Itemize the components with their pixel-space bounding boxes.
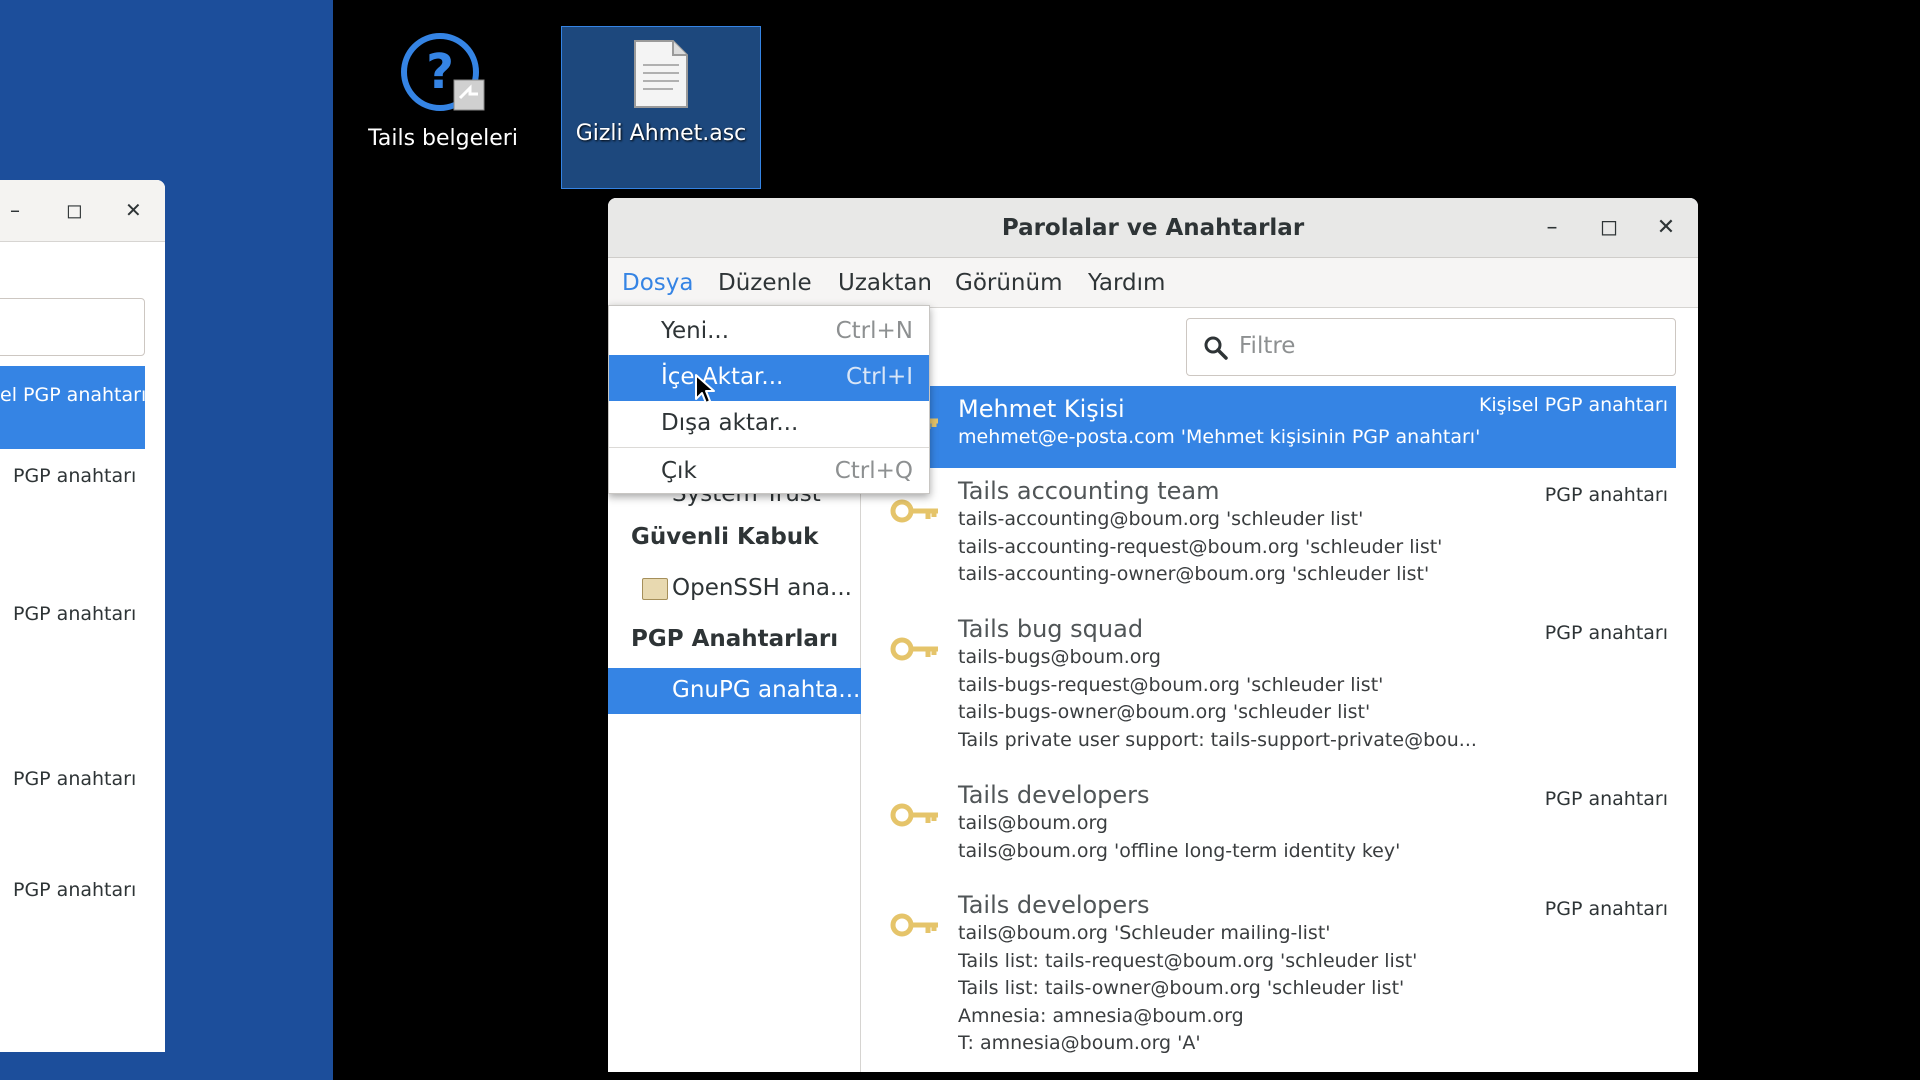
key-icon: [890, 499, 938, 523]
menu-item-import[interactable]: İçe Aktar... Ctrl+I: [609, 355, 929, 401]
key-type: PGP anahtarı: [1544, 622, 1668, 644]
key-uid: tails@boum.org 'offline long-term identi…: [958, 839, 1401, 862]
key-uid: Tails private user support: tails-suppor…: [958, 728, 1477, 751]
key-uid: tails-bugs@boum.org: [958, 646, 1161, 668]
desktop-icon-asc-file[interactable]: Gizli Ahmet.asc: [561, 26, 761, 189]
background-window[interactable]: – ◻ ✕ el PGP anahtarı PGP anahtarı PGP a…: [0, 180, 165, 1052]
help-icon: ?: [401, 33, 485, 111]
key-row[interactable]: Mehmet Kişisi mehmet@e-posta.com 'Mehmet…: [882, 386, 1676, 468]
key-row[interactable]: Tails bug squad tails-bugs@boum.org tail…: [882, 614, 1676, 772]
menu-yardim[interactable]: Yardım: [1088, 258, 1165, 308]
key-uid: tails@boum.org 'Schleuder mailing-list': [958, 922, 1331, 944]
maximize-icon[interactable]: ◻: [66, 198, 83, 222]
sidebar-item-openssh[interactable]: OpenSSH ana...: [608, 566, 861, 612]
key-uid: tails-accounting@boum.org 'schleuder lis…: [958, 508, 1364, 530]
key-row[interactable]: Tails developers tails@boum.org 'Schleud…: [882, 890, 1676, 1070]
key-type: PGP anahtarı: [1544, 484, 1668, 506]
menu-duzenle[interactable]: Düzenle: [718, 258, 812, 308]
sidebar-item-label: GnuPG anahta...: [672, 677, 861, 703]
key-type: PGP anahtarı: [1544, 788, 1668, 810]
key-uid: Amnesia: amnesia@boum.org: [958, 1004, 1244, 1027]
background-row-type[interactable]: PGP anahtarı: [13, 879, 136, 901]
menubar: Dosya Düzenle Uzaktan Görünüm Yardım: [608, 258, 1698, 308]
key-type: Kişisel PGP anahtarı: [1478, 394, 1668, 416]
key-row[interactable]: Tails accounting team tails-accounting@b…: [882, 476, 1676, 606]
file-menu-dropdown: Yeni... Ctrl+N İçe Aktar... Ctrl+I Dışa …: [608, 305, 930, 494]
menu-item-new[interactable]: Yeni... Ctrl+N: [609, 309, 929, 355]
menu-item-shortcut: Ctrl+Q: [834, 458, 913, 484]
key-uid: tails-bugs-owner@boum.org 'schleuder lis…: [958, 701, 1371, 723]
menu-dosya[interactable]: Dosya: [622, 258, 694, 308]
window-titlebar[interactable]: Parolalar ve Anahtarlar – ◻ ✕: [608, 198, 1698, 258]
key-icon: [890, 803, 938, 827]
document-icon: [634, 40, 688, 108]
key-uid: tails-accounting-request@boum.org 'schle…: [958, 535, 1443, 558]
menu-uzaktan[interactable]: Uzaktan: [838, 258, 932, 308]
search-icon: [1204, 336, 1228, 360]
key-uid: tails-accounting-owner@boum.org 'schleud…: [958, 563, 1430, 585]
key-uid: Tails list: tails-request@boum.org 'schl…: [958, 949, 1418, 972]
sidebar-section-ssh: Güvenli Kabuk: [631, 524, 819, 550]
menu-item-label: Çık: [661, 458, 697, 484]
mouse-cursor-icon: [695, 374, 715, 404]
minimize-icon[interactable]: –: [10, 198, 20, 222]
background-search-input[interactable]: [0, 298, 145, 356]
menu-item-label: İçe Aktar...: [661, 364, 784, 390]
desktop-icon-label: Gizli Ahmet.asc: [575, 121, 747, 146]
filter-input[interactable]: Filtre: [1186, 318, 1676, 376]
window-title: Parolalar ve Anahtarlar: [1001, 215, 1305, 241]
background-row-type: el PGP anahtarı: [0, 384, 147, 406]
background-row-type[interactable]: PGP anahtarı: [13, 465, 136, 487]
maximize-icon[interactable]: ◻: [1591, 210, 1627, 246]
menu-item-quit[interactable]: Çık Ctrl+Q: [609, 449, 929, 495]
menu-item-label: Dışa aktar...: [661, 410, 799, 436]
menu-item-label: Yeni...: [661, 318, 730, 344]
sidebar-section-pgp: PGP Anahtarları: [631, 626, 839, 652]
key-uid: tails-bugs-request@boum.org 'schleuder l…: [958, 673, 1384, 696]
background-selected-row[interactable]: el PGP anahtarı: [0, 366, 147, 449]
key-uid: tails@boum.org: [958, 812, 1108, 834]
close-icon[interactable]: ✕: [125, 198, 142, 222]
key-icon: [890, 913, 938, 937]
menu-separator: [609, 447, 929, 448]
svg-text:?: ?: [426, 44, 454, 100]
background-row-type[interactable]: PGP anahtarı: [13, 768, 136, 790]
key-type: PGP anahtarı: [1544, 898, 1668, 920]
key-row[interactable]: Tails developers tails@boum.org tails@bo…: [882, 780, 1676, 882]
desktop-icon-label: Tails belgeleri: [368, 126, 518, 151]
sidebar-item-gnupg[interactable]: GnuPG anahta...: [608, 668, 861, 714]
folder-icon: [642, 578, 668, 600]
minimize-icon[interactable]: –: [1534, 210, 1570, 246]
key-icon: [890, 637, 938, 661]
key-uid: T: amnesia@boum.org 'A': [958, 1032, 1201, 1054]
desktop-icon-tails-docs[interactable]: ? Tails belgeleri: [360, 32, 526, 152]
background-window-titlebar: – ◻ ✕: [0, 180, 165, 242]
menu-item-shortcut: Ctrl+N: [835, 318, 913, 344]
key-uid: Tails list: tails-owner@boum.org 'schleu…: [958, 977, 1405, 999]
key-uid: mehmet@e-posta.com 'Mehmet kişisinin PGP…: [958, 426, 1481, 448]
sidebar-item-label: OpenSSH ana...: [672, 575, 852, 601]
background-row-type[interactable]: PGP anahtarı: [13, 603, 136, 625]
close-icon[interactable]: ✕: [1648, 210, 1684, 246]
menu-gorunum[interactable]: Görünüm: [955, 258, 1063, 308]
filter-placeholder: Filtre: [1239, 333, 1296, 359]
menu-item-shortcut: Ctrl+I: [846, 364, 913, 390]
menu-item-export[interactable]: Dışa aktar...: [609, 401, 929, 447]
